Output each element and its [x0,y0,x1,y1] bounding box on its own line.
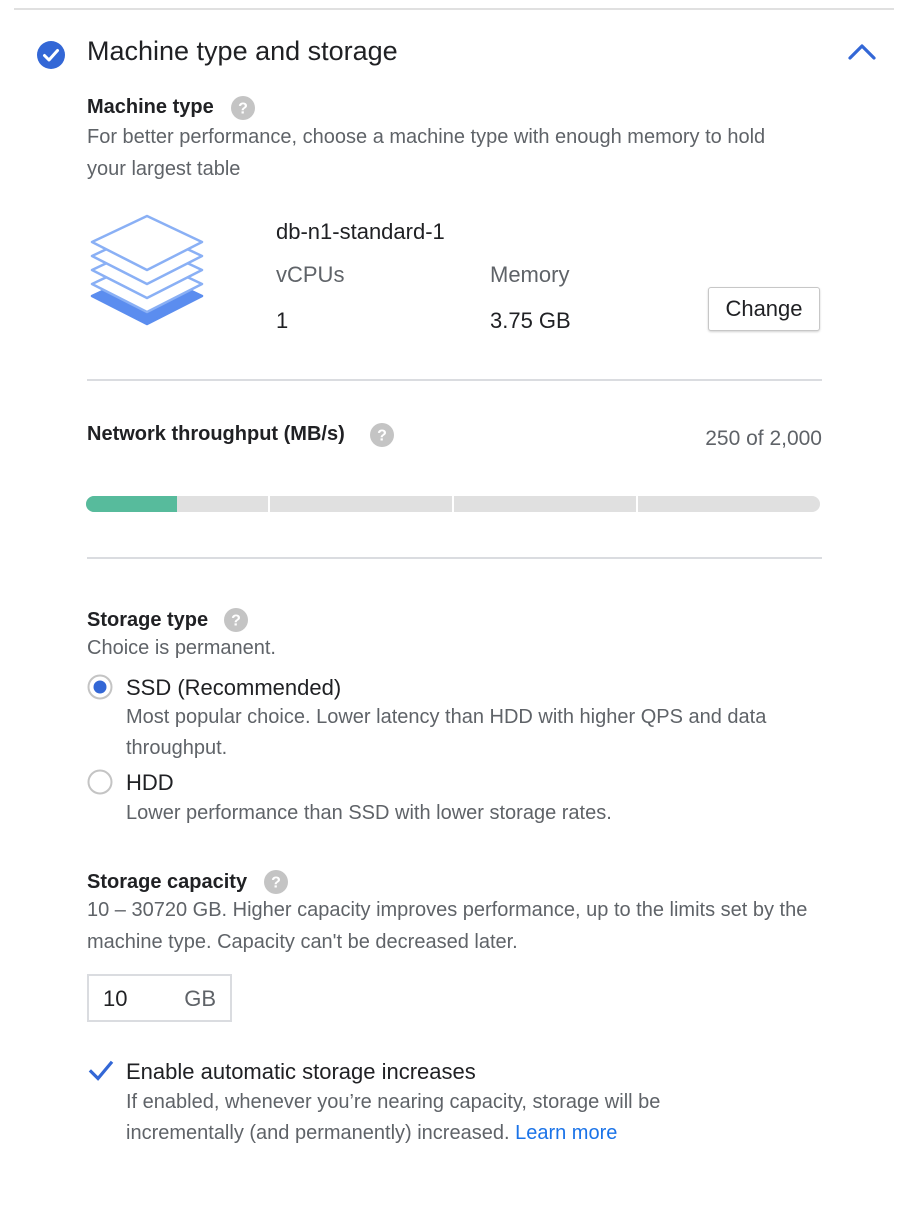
capacity-unit: GB [184,986,216,1011]
machine-type-label: Machine type [87,96,214,118]
auto-increase-label: Enable automatic storage increases [126,1059,476,1084]
check-circle-icon [37,41,65,69]
storage-capacity-label: Storage capacity [87,871,248,893]
vcpus-value: 1 [276,308,289,333]
storage-type-label: Storage type [87,609,209,631]
throughput-value: 250 of 2,000 [705,427,822,450]
help-icon[interactable]: ? [224,608,248,632]
radio-hdd[interactable] [87,769,113,795]
learn-more-link[interactable]: Learn more [515,1122,617,1144]
top-divider [14,8,894,10]
svg-text:?: ? [231,613,241,630]
machine-type-description: For better performance, choose a machine… [87,126,766,180]
radio-ssd[interactable] [87,674,113,700]
throughput-segment [86,496,268,512]
divider [87,557,822,559]
memory-label: Memory [490,262,570,287]
storage-capacity-description: 10 – 30720 GB. Higher capacity improves … [87,899,808,953]
throughput-segment [270,496,452,512]
memory-value: 3.75 GB [490,308,571,333]
storage-type-note: Choice is permanent. [87,637,276,659]
auto-increase-checkbox[interactable] [88,1058,114,1084]
svg-text:?: ? [271,875,281,892]
layers-icon [90,214,204,326]
chevron-up-icon[interactable] [846,40,878,62]
help-icon[interactable]: ? [231,96,255,120]
network-throughput-label: Network throughput (MB/s) [87,423,345,445]
divider [87,379,822,381]
machine-type-name: db-n1-standard-1 [276,219,445,244]
section-title: Machine type and storage [87,36,398,66]
option-hdd-label: HDD [126,770,174,795]
help-icon[interactable]: ? [264,870,288,894]
svg-text:?: ? [377,428,387,445]
change-button[interactable]: Change [708,287,820,331]
capacity-value: 10 [103,986,128,1011]
help-icon[interactable]: ? [370,423,394,447]
auto-increase-description: If enabled, whenever you’re nearing capa… [126,1087,746,1149]
option-ssd-label: SSD (Recommended) [126,675,342,700]
throughput-segment [454,496,636,512]
storage-capacity-input[interactable]: 10 GB [87,974,232,1022]
throughput-fill [86,496,177,512]
svg-text:?: ? [238,101,248,118]
option-ssd-description: Most popular choice. Lower latency than … [126,706,767,759]
throughput-segment [638,496,820,512]
vcpus-label: vCPUs [276,262,345,287]
option-hdd-description: Lower performance than SSD with lower st… [126,802,612,824]
